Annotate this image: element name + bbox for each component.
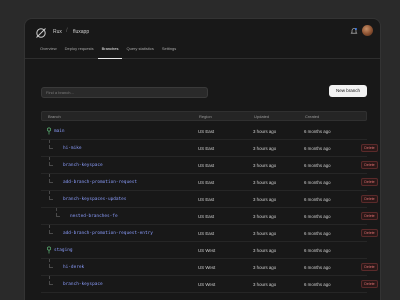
- tree-connector: [49, 225, 50, 233]
- delete-branch-button[interactable]: Delete: [361, 263, 378, 271]
- branch-name[interactable]: nested-branches-fe: [70, 214, 118, 219]
- tab-overview[interactable]: Overview: [25, 43, 61, 59]
- tree-connector-tick: [49, 165, 53, 166]
- branch-icon: [47, 127, 51, 135]
- table-row[interactable]: hi-mike US East 3 hours ago 6 months ago Del…: [41, 140, 378, 157]
- delete-branch-button[interactable]: Delete: [361, 212, 378, 220]
- table-row[interactable]: hi-derek US West 3 hours ago 6 months ago De…: [41, 259, 378, 276]
- column-header-branch: Branch: [48, 114, 61, 119]
- search-placeholder: Find a branch...: [46, 90, 74, 95]
- branch-updated: 3 hours ago: [253, 282, 277, 287]
- tab-deploy-requests[interactable]: Deploy requests: [61, 43, 98, 59]
- branch-region: US West: [198, 248, 216, 253]
- branch-name[interactable]: hi-mike: [63, 146, 82, 151]
- branch-created: 6 months ago: [304, 248, 331, 253]
- branch-region: US East: [198, 163, 215, 168]
- table-row[interactable]: main US East 3 hours ago 6 months ago: [41, 123, 367, 140]
- branch-name[interactable]: staging: [54, 248, 73, 253]
- table-row[interactable]: add-branch-promotion-request-entry US Eas…: [41, 225, 378, 242]
- branch-updated: 3 hours ago: [253, 163, 277, 168]
- table-row[interactable]: add-branch-promotion-request US East 3 hou…: [41, 174, 378, 191]
- breadcrumb-org[interactable]: Rux: [53, 29, 62, 35]
- branch-updated: 3 hours ago: [253, 214, 277, 219]
- branch-search-input[interactable]: Find a branch...: [41, 87, 208, 98]
- tree-connector-tick: [49, 182, 53, 183]
- table-row[interactable]: branch-keyspace US East 3 hours ago 6 month…: [41, 157, 378, 174]
- branch-region: US West: [198, 265, 216, 270]
- branch-region: US East: [198, 129, 215, 134]
- branch-updated: 3 hours ago: [253, 146, 277, 151]
- table-row[interactable]: staging US West 3 hours ago 6 months ago: [41, 242, 367, 259]
- branch-updated: 3 hours ago: [253, 231, 277, 236]
- branch-name[interactable]: add-branch-promotion-request: [63, 180, 137, 185]
- table-header: Branch Region Updated Created: [41, 111, 367, 121]
- tree-connector: [49, 191, 50, 199]
- tree-connector: [49, 157, 50, 165]
- branch-created: 6 months ago: [304, 214, 331, 219]
- branch-region: US East: [198, 231, 215, 236]
- delete-branch-button[interactable]: Delete: [361, 229, 378, 237]
- branch-name[interactable]: main: [54, 129, 65, 134]
- branch-updated: 3 hours ago: [253, 197, 277, 202]
- top-bar: Rux / fluxapp Overview Deploy requests B…: [25, 19, 380, 59]
- bell-icon[interactable]: [350, 27, 358, 35]
- branch-region: US East: [198, 197, 215, 202]
- column-header-updated: Updated: [254, 114, 270, 119]
- logo-icon[interactable]: [35, 27, 47, 39]
- tree-connector: [49, 276, 50, 284]
- branch-region: US East: [198, 214, 215, 219]
- delete-branch-button[interactable]: Delete: [361, 144, 378, 152]
- branch-name[interactable]: add-branch-promotion-request-entry: [63, 231, 153, 236]
- tree-connector: [49, 174, 50, 182]
- avatar[interactable]: [362, 25, 373, 36]
- tree-connector: [49, 140, 50, 148]
- branch-region: US East: [198, 180, 215, 185]
- delete-branch-button[interactable]: Delete: [361, 280, 378, 288]
- branch-created: 6 months ago: [304, 282, 331, 287]
- tree-connector-tick: [49, 233, 53, 234]
- app-window: Rux / fluxapp Overview Deploy requests B…: [24, 18, 381, 300]
- branch-name[interactable]: branch-keyspace: [63, 282, 103, 287]
- column-header-created: Created: [305, 114, 320, 119]
- branch-updated: 3 hours ago: [253, 248, 277, 253]
- table-row[interactable]: branch-keyspace US West 3 hours ago 6 month…: [41, 276, 378, 293]
- branch-region: US East: [198, 146, 215, 151]
- branch-name[interactable]: hi-derek: [63, 265, 84, 270]
- delete-branch-button[interactable]: Delete: [361, 195, 378, 203]
- branch-created: 6 months ago: [304, 146, 331, 151]
- branch-created: 6 months ago: [304, 197, 331, 202]
- branch-updated: 3 hours ago: [253, 265, 277, 270]
- branch-region: US West: [198, 282, 216, 287]
- tree-connector: [56, 208, 57, 216]
- tab-query-statistics[interactable]: Query statistics: [122, 43, 157, 59]
- tab-settings[interactable]: Settings: [158, 43, 180, 59]
- new-branch-button[interactable]: New branch: [329, 85, 367, 97]
- branch-updated: 3 hours ago: [253, 180, 277, 185]
- column-header-region: Region: [199, 114, 212, 119]
- tree-connector-tick: [56, 216, 60, 217]
- branch-created: 6 months ago: [304, 163, 331, 168]
- branch-created: 6 months ago: [304, 265, 331, 270]
- tree-connector-tick: [49, 284, 53, 285]
- tree-connector-tick: [49, 199, 53, 200]
- tab-bar: Overview Deploy requests Branches Query …: [25, 43, 180, 59]
- delete-branch-button[interactable]: Delete: [361, 161, 378, 169]
- branch-name[interactable]: branch-keyspace: [63, 163, 103, 168]
- breadcrumb-repo[interactable]: fluxapp: [73, 29, 89, 35]
- branch-created: 6 months ago: [304, 231, 331, 236]
- tree-connector: [49, 259, 50, 267]
- branch-icon: [47, 246, 51, 254]
- tree-connector-tick: [49, 267, 53, 268]
- table-row[interactable]: branch-keyspaces-updates US East 3 hours a…: [41, 191, 378, 208]
- branch-created: 6 months ago: [304, 129, 331, 134]
- breadcrumb-separator: /: [66, 28, 68, 34]
- tab-branches[interactable]: Branches: [97, 43, 123, 59]
- branch-updated: 3 hours ago: [253, 129, 277, 134]
- branch-name[interactable]: branch-keyspaces-updates: [63, 197, 126, 202]
- branch-created: 6 months ago: [304, 180, 331, 185]
- tree-connector-tick: [49, 148, 53, 149]
- delete-branch-button[interactable]: Delete: [361, 178, 378, 186]
- table-row[interactable]: nested-branches-fe US East 3 hours ago 6 mo…: [41, 208, 378, 225]
